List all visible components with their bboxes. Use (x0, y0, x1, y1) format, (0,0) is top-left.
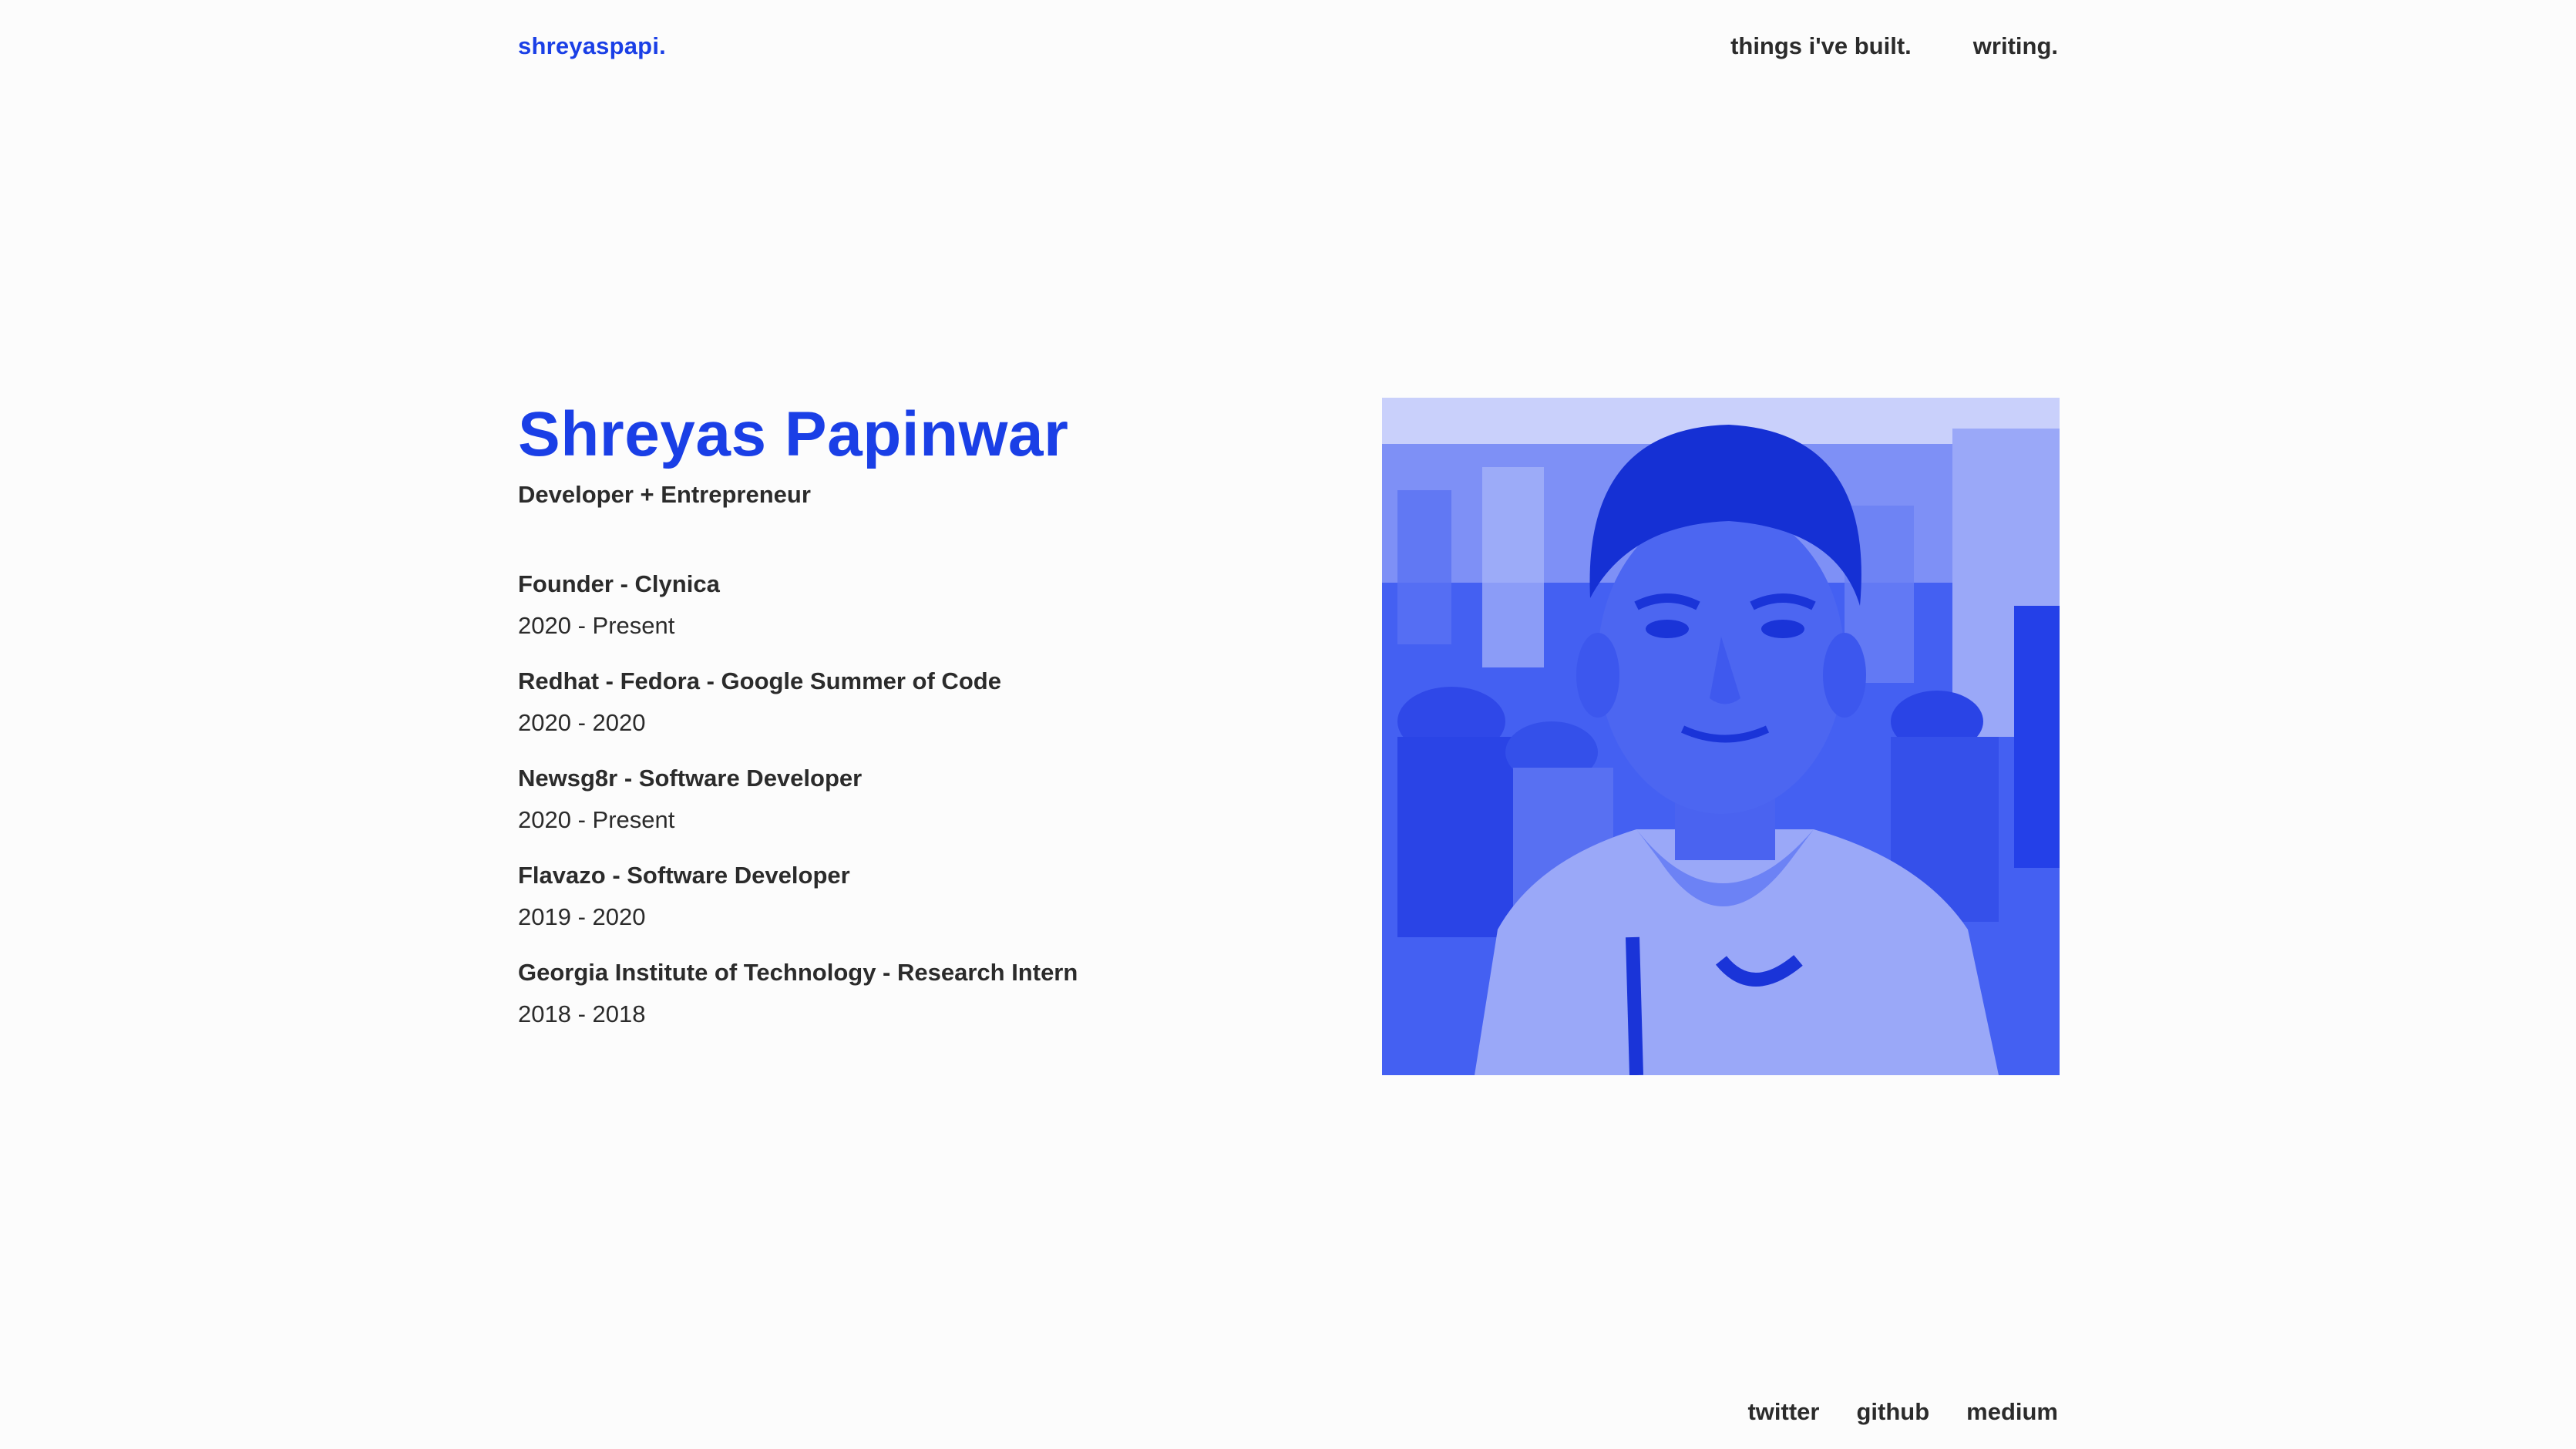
hero-section: Shreyas Papinwar Developer + Entrepreneu… (518, 398, 1181, 1054)
experience-dates: 2018 - 2018 (518, 1000, 646, 1027)
footer-link-github[interactable]: github (1856, 1398, 1929, 1426)
portrait-illustration (1382, 398, 2060, 1075)
nav-link-things-built[interactable]: things i've built. (1730, 32, 1912, 60)
experience-item: Newsg8r - Software Developer 2020 - Pres… (518, 763, 1181, 835)
experience-item: Redhat - Fedora - Google Summer of Code … (518, 666, 1181, 738)
footer-link-medium[interactable]: medium (1966, 1398, 2058, 1426)
experience-item: Founder - Clynica 2020 - Present (518, 569, 1181, 641)
page: shreyaspapi. things i've built. writing.… (0, 0, 2576, 1449)
experience-title: Founder - Clynica (518, 570, 720, 597)
experience-title: Redhat - Fedora - Google Summer of Code (518, 667, 1001, 694)
page-title: Shreyas Papinwar (518, 399, 1069, 469)
tagline: Developer + Entrepreneur (518, 481, 811, 508)
experience-item: Flavazo - Software Developer 2019 - 2020 (518, 860, 1181, 933)
brand-logo-link[interactable]: shreyaspapi. (518, 32, 666, 60)
site-footer: twitter github medium (1747, 1398, 2058, 1426)
experience-title: Flavazo - Software Developer (518, 862, 850, 889)
portrait-photo (1382, 398, 2060, 1075)
footer-link-twitter[interactable]: twitter (1747, 1398, 1819, 1426)
main-nav: things i've built. writing. (1730, 32, 2058, 60)
experience-dates: 2019 - 2020 (518, 903, 646, 930)
site-header: shreyaspapi. things i've built. writing. (518, 23, 2058, 69)
experience-dates: 2020 - Present (518, 806, 675, 833)
experience-item: Georgia Institute of Technology - Resear… (518, 957, 1181, 1030)
experience-dates: 2020 - Present (518, 612, 675, 639)
experience-list: Founder - Clynica 2020 - Present Redhat … (518, 569, 1181, 1030)
experience-title: Georgia Institute of Technology - Resear… (518, 959, 1078, 986)
experience-dates: 2020 - 2020 (518, 709, 646, 736)
nav-link-writing[interactable]: writing. (1973, 32, 2058, 60)
experience-title: Newsg8r - Software Developer (518, 765, 863, 792)
